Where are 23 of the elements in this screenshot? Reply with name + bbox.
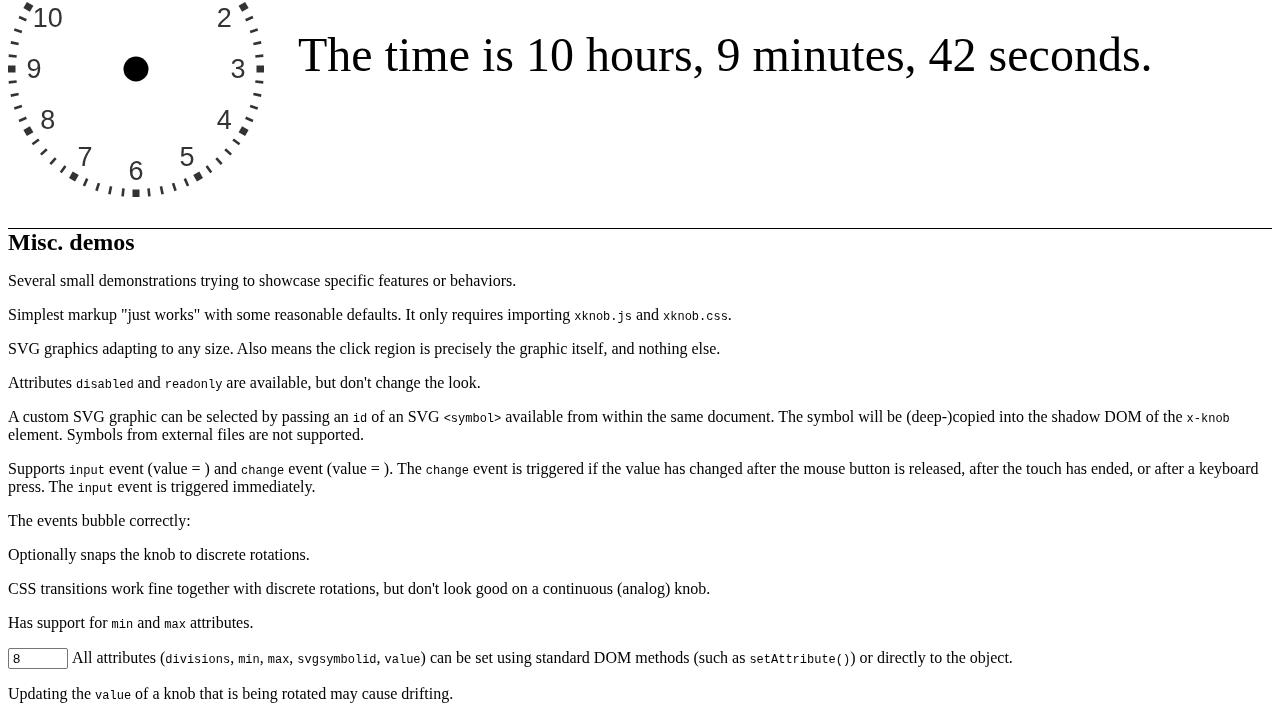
paragraph: Attributes disabled and readonly are available, but don't change the look.	[8, 374, 482, 392]
clock-number: 9	[26, 54, 42, 84]
paragraph: CSS transitions work fine together with discrete rotations, but don't look good on a continuous (analog) knob.	[8, 580, 712, 598]
paragraph: Optionally snaps the knob to discrete rotations.	[8, 546, 311, 564]
clock-center-dot	[123, 56, 149, 82]
paragraph: Updating the value of a knob that is being rotated may cause drifting.	[8, 685, 455, 703]
paragraph: Several small demonstrations trying to showcase specific features or behaviors.	[8, 272, 518, 290]
clock-number: 10	[32, 3, 63, 33]
paragraph: A custom SVG graphic can be selected by passing an id of an SVG <symbol> available from within the same document. The symbol will be (deep-)copied into the shadow DOM of the x-knob element. Symbols from external files are not supported.	[8, 408, 1231, 444]
paragraph: The events bubble correctly:	[8, 512, 192, 530]
clock-number: 7	[77, 142, 93, 173]
clock-number: 5	[179, 142, 195, 173]
clock-number: 3	[230, 54, 246, 84]
paragraph: Has support for min and max attributes.	[8, 614, 255, 632]
clock-number: 6	[128, 156, 144, 186]
time-text: The time is 10 hours, 9 minutes, 42 seconds.	[298, 27, 1153, 82]
section-heading: Misc. demos	[8, 229, 136, 256]
clock-number: 4	[216, 105, 232, 135]
paragraph: SVG graphics adapting to any size. Also means the click region is precisely the graphic itself, and nothing else.	[8, 340, 722, 358]
clock-number: 2	[216, 3, 232, 33]
paragraph: Supports input event (value = ) and change event (value = ). The change event is triggered if the value has changed after the mouse button is released, after the touch has ended, or after a keyboard press. The input event is triggered immediately.	[8, 460, 1260, 496]
number-field[interactable]: 8	[8, 648, 68, 669]
clock-number: 8	[40, 105, 56, 135]
